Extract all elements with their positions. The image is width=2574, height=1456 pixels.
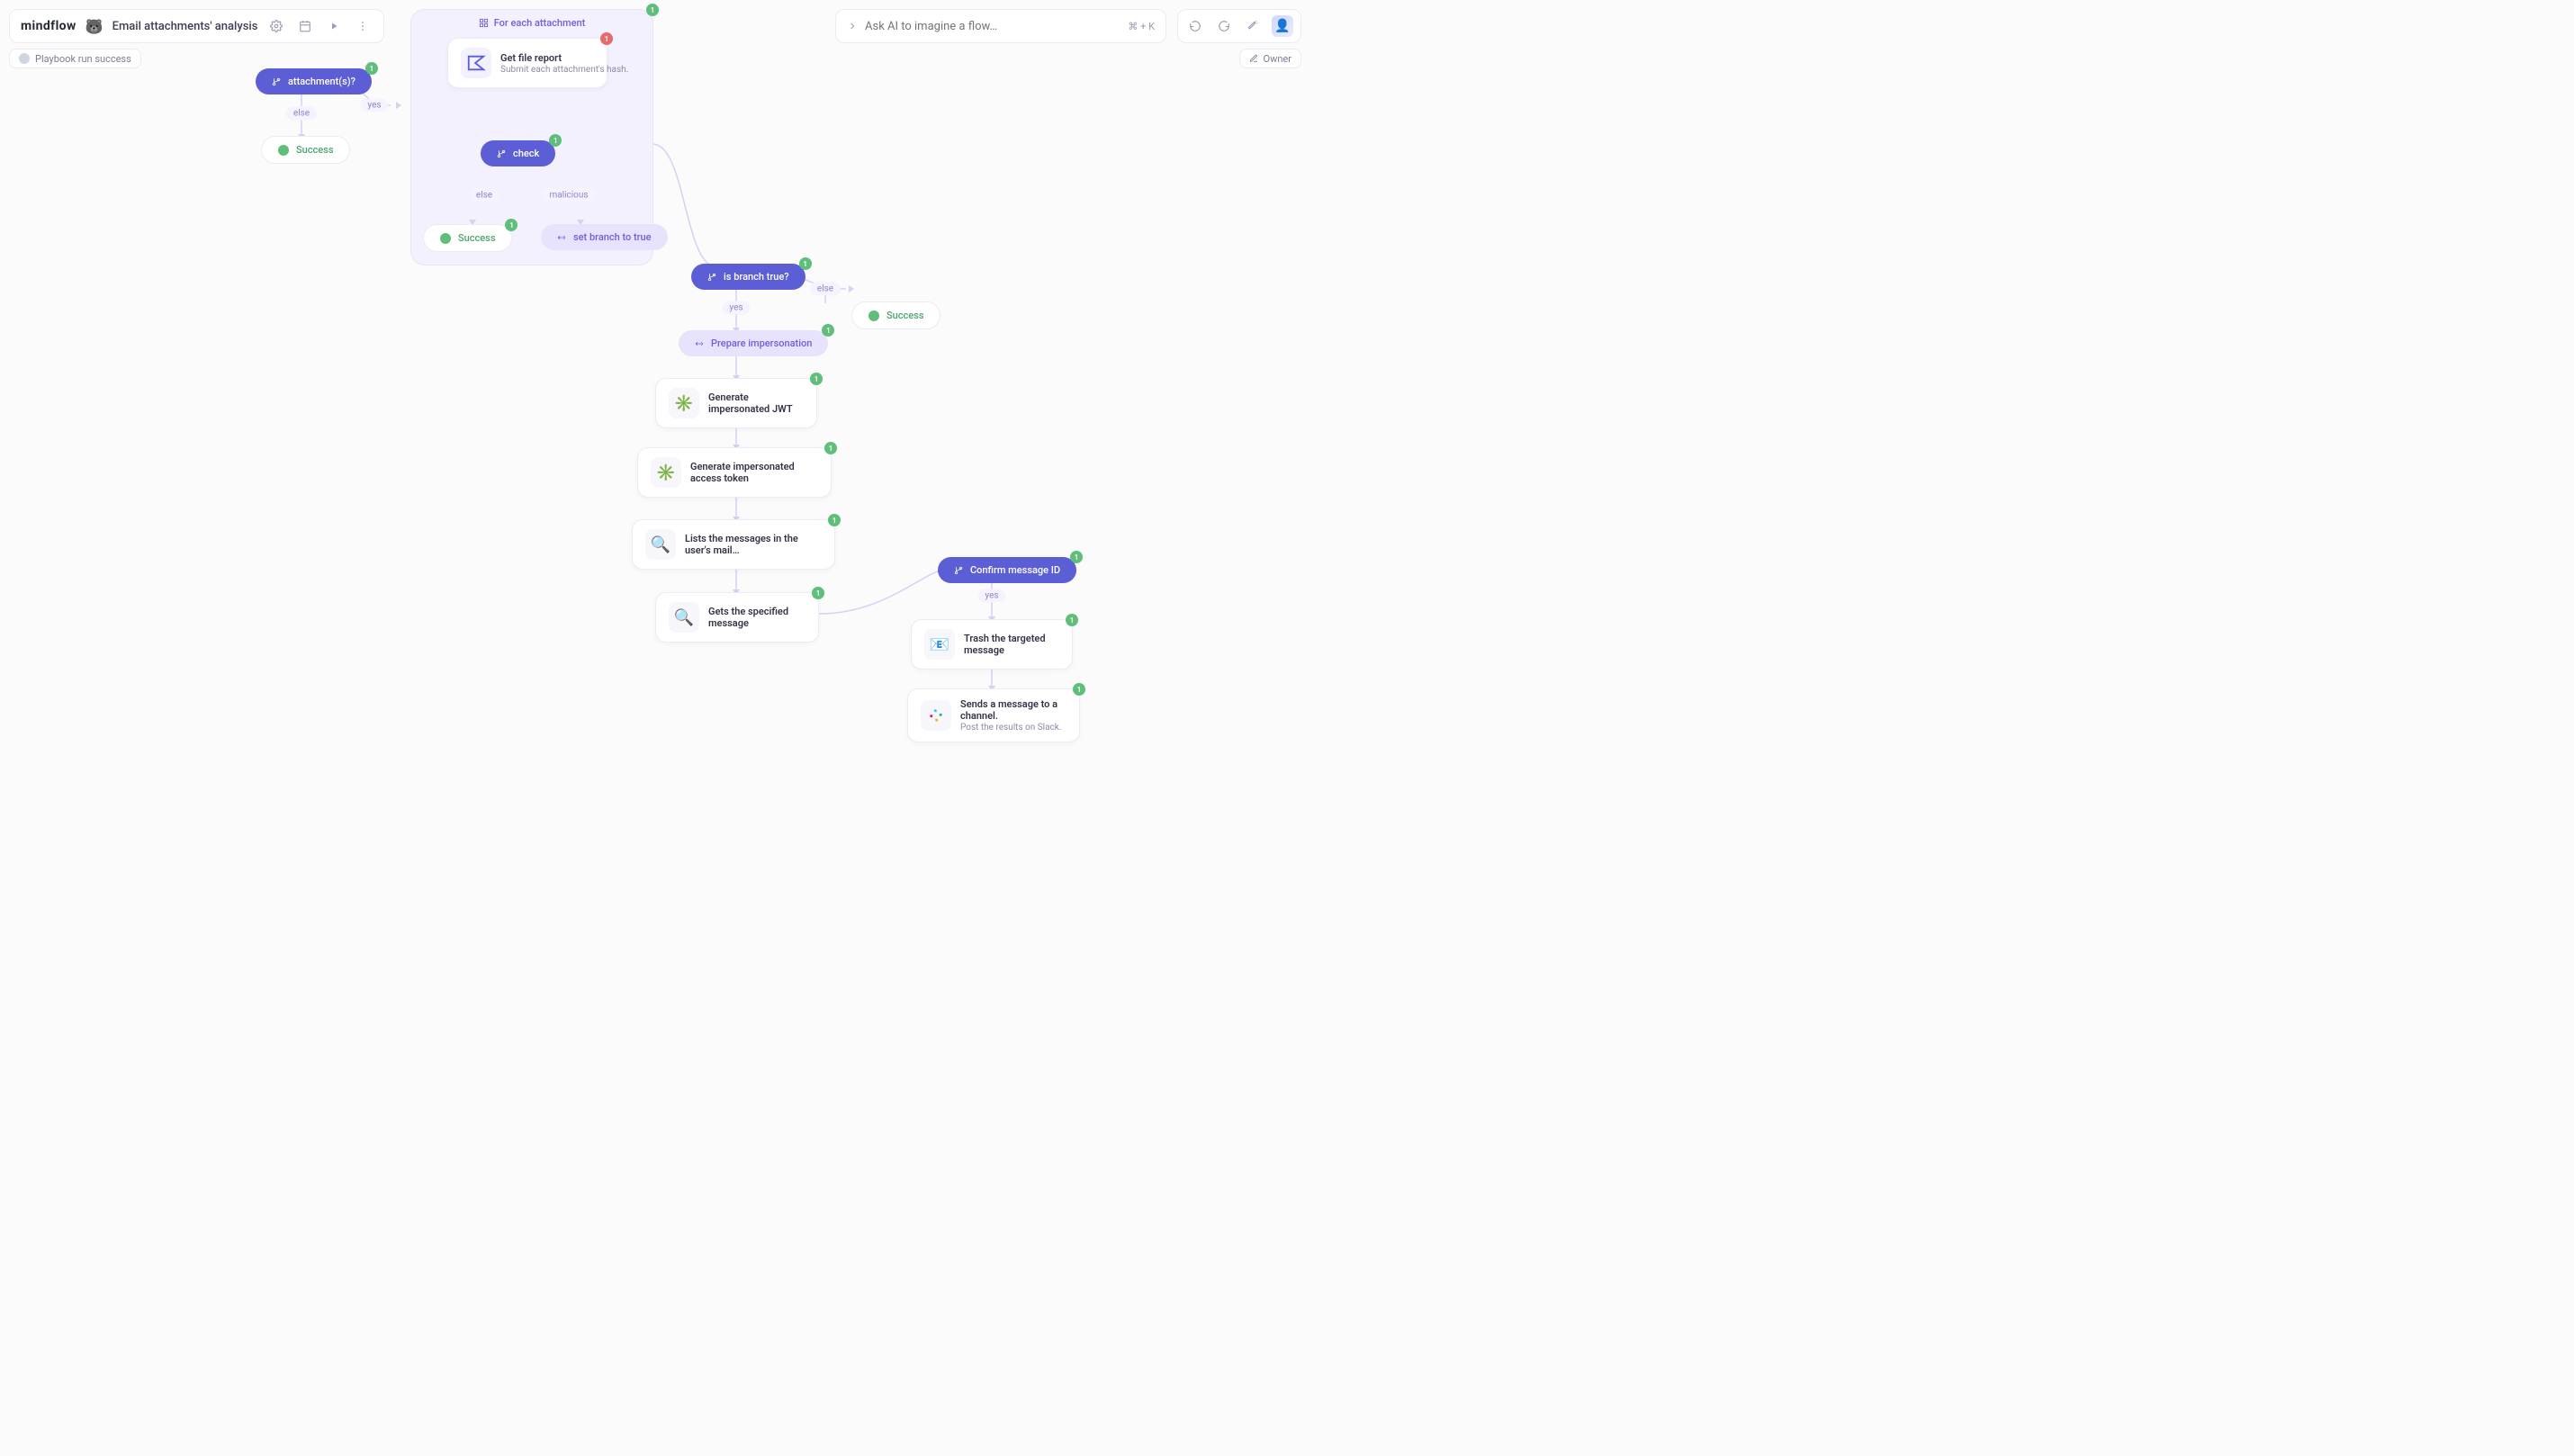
swap-icon	[557, 233, 566, 242]
loop-icon	[479, 18, 489, 28]
slack-icon	[921, 700, 951, 731]
edge-label-yes: yes	[977, 589, 1005, 603]
count-badge: 1	[822, 324, 834, 337]
node-slack-message[interactable]: Sends a message to a channel. Post the r…	[907, 688, 1080, 742]
count-badge: 1	[824, 442, 837, 454]
jwt-icon: ✳️	[669, 388, 699, 418]
mail-icon: 📧	[924, 629, 955, 660]
node-get-file-report[interactable]: Get file report Submit each attachment's…	[447, 38, 608, 88]
count-badge: 1	[1066, 614, 1078, 626]
count-badge: 1	[1070, 551, 1083, 563]
count-badge: 1	[646, 4, 659, 16]
edge-label-yes: yes	[360, 99, 388, 112]
edge-label-malicious: malicious	[542, 189, 595, 202]
node-trash-message[interactable]: 📧 Trash the targeted message 1	[911, 619, 1073, 670]
loop-title: For each attachment	[411, 17, 652, 29]
node-attachments-branch[interactable]: attachment(s)? 1	[256, 68, 372, 94]
node-prepare-impersonation[interactable]: Prepare impersonation 1	[679, 330, 828, 356]
count-badge: 1	[1073, 683, 1085, 696]
node-is-branch-true[interactable]: is branch true? 1	[691, 264, 806, 290]
virustotal-icon	[461, 48, 491, 78]
token-icon: ✳️	[651, 457, 681, 488]
branch-icon	[954, 566, 963, 575]
check-icon	[440, 233, 451, 244]
count-badge: 1	[810, 373, 823, 385]
count-badge: 1	[549, 134, 562, 147]
check-icon	[868, 310, 879, 321]
edge-label-else: else	[286, 107, 317, 121]
node-gen-jwt[interactable]: ✳️ Generate impersonated JWT 1	[655, 378, 817, 428]
edge-label-else: else	[469, 189, 500, 202]
node-set-branch[interactable]: set branch to true	[541, 224, 668, 250]
swap-icon	[695, 339, 704, 348]
node-check-branch[interactable]: check 1	[481, 140, 555, 166]
arrow-icon	[849, 285, 854, 292]
arrow-icon	[396, 102, 401, 109]
branch-icon	[707, 273, 716, 282]
node-success-2[interactable]: Success 1	[423, 224, 512, 252]
count-badge: 1	[812, 587, 824, 599]
count-badge: 1	[799, 257, 812, 270]
node-success-3[interactable]: Success	[851, 301, 940, 329]
branch-icon	[497, 149, 506, 158]
search-icon: 🔍	[669, 602, 699, 633]
node-gen-token[interactable]: ✳️ Generate impersonated access token 1	[637, 447, 832, 498]
flow-canvas[interactable]: attachment(s)? 1 else yes Success For ea…	[0, 0, 1310, 734]
node-success-1[interactable]: Success	[261, 136, 350, 164]
count-badge: 1	[505, 219, 518, 231]
edge-label-else: else	[810, 283, 841, 296]
branch-icon	[272, 77, 281, 86]
node-confirm-id[interactable]: Confirm message ID 1	[938, 557, 1076, 583]
node-get-message[interactable]: 🔍 Gets the specified message 1	[655, 592, 819, 643]
node-list-messages[interactable]: 🔍 Lists the messages in the user's mail……	[632, 519, 835, 570]
edge-label-yes: yes	[722, 301, 750, 315]
search-icon: 🔍	[645, 529, 676, 560]
count-badge: 1	[365, 62, 378, 75]
count-badge: 1	[828, 514, 841, 526]
check-icon	[278, 145, 289, 156]
error-badge: 1	[600, 32, 613, 45]
